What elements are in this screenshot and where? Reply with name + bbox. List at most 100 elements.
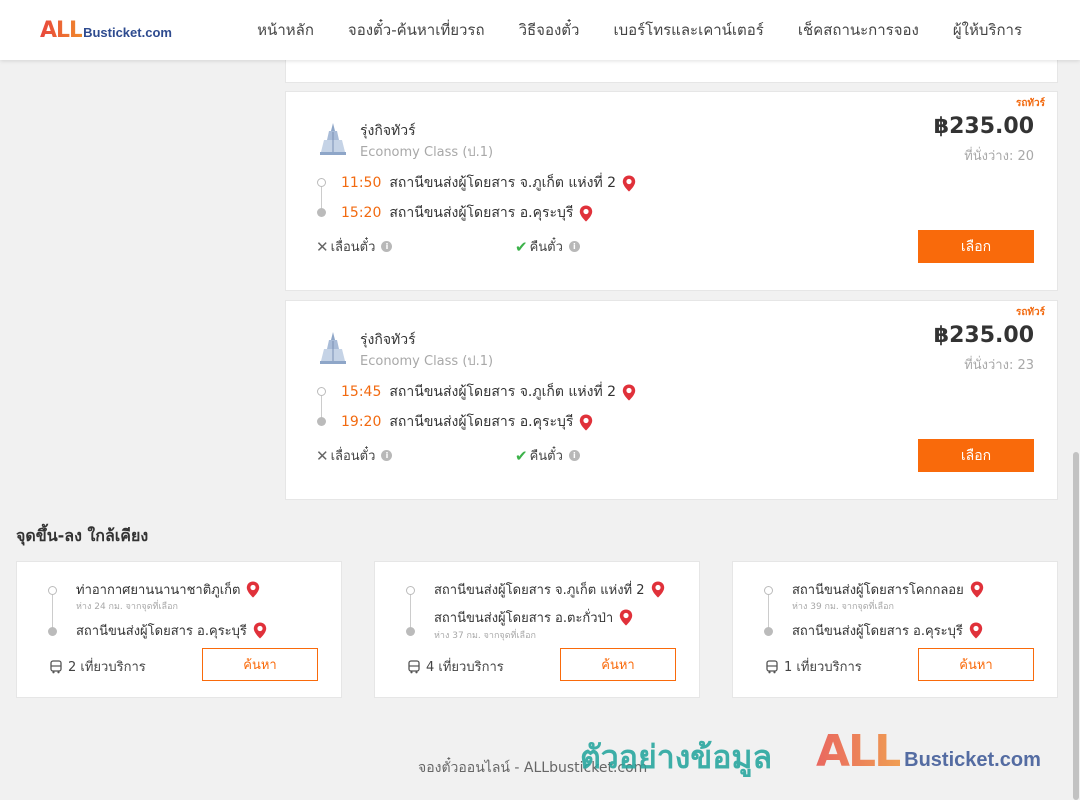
origin-dot: [406, 586, 415, 595]
nearby-destination: สถานีขนส่งผู้โดยสาร อ.คุระบุรี: [76, 620, 267, 641]
map-pin-icon[interactable]: [622, 384, 636, 401]
route-line: [410, 594, 411, 630]
trip-count-label: 1 เที่ยวบริการ: [784, 660, 862, 675]
destination-name: สถานีขนส่งผู้โดยสาร อ.คุระบุรี: [76, 624, 247, 639]
origin-name: ท่าอากาศยานนานาชาติภูเก็ต: [76, 583, 241, 598]
departure-station: สถานีขนส่งผู้โดยสาร จ.ภูเก็ต แห่งที่ 2: [389, 175, 617, 191]
refund-label: คืนตั๋ว: [529, 240, 563, 255]
nav-check-booking[interactable]: เช็คสถานะการจอง: [798, 18, 919, 42]
trip-card: รถทัวร์ รุ่งกิจทัวร์ Economy Class (ป.1)…: [285, 300, 1058, 500]
map-pin-icon[interactable]: [253, 622, 267, 639]
refund-label: คืนตั๋ว: [529, 449, 563, 464]
select-trip-button[interactable]: เลือก: [918, 230, 1034, 263]
map-pin-icon[interactable]: [970, 581, 984, 598]
trip-count: 2 เที่ยวบริการ: [49, 656, 146, 677]
nearby-route-card: สถานีขนส่งผู้โดยสาร จ.ภูเก็ต แห่งที่ 2 ส…: [374, 561, 700, 698]
arrival-time: 19:20: [341, 414, 382, 430]
nav-home[interactable]: หน้าหลัก: [257, 18, 314, 42]
map-pin-icon[interactable]: [619, 609, 633, 626]
origin-dot: [48, 586, 57, 595]
map-pin-icon[interactable]: [622, 175, 636, 192]
nearby-destination: สถานีขนส่งผู้โดยสาร อ.คุระบุรี: [792, 620, 983, 641]
nearby-destination: สถานีขนส่งผู้โดยสาร อ.ตะกั่วป่า: [434, 607, 633, 628]
info-icon[interactable]: i: [568, 450, 580, 461]
bus-class: Economy Class (ป.1): [360, 354, 494, 369]
route-line: [768, 594, 769, 630]
bus-icon: [766, 659, 778, 673]
arrival-stop: 19:20 สถานีขนส่งผู้โดยสาร อ.คุระบุรี: [341, 411, 593, 433]
departure-stop: 11:50 สถานีขนส่งผู้โดยสาร จ.ภูเก็ต แห่งท…: [341, 172, 636, 194]
trip-count: 4 เที่ยวบริการ: [407, 656, 504, 677]
nav-book-search[interactable]: จองตั๋ว-ค้นหาเที่ยวรถ: [348, 18, 485, 42]
search-route-button[interactable]: ค้นหา: [202, 648, 318, 681]
main-nav: หน้าหลัก จองตั๋ว-ค้นหาเที่ยวรถ วิธีจองตั…: [257, 0, 1022, 60]
bus-type-badge: รถทัวร์: [1015, 307, 1045, 318]
cross-icon: ✕: [316, 237, 329, 256]
origin-dot: [764, 586, 773, 595]
reschedule-label: เลื่อนตั๋ว: [330, 240, 376, 255]
check-icon: ✔: [515, 446, 528, 465]
arrival-dot: [317, 208, 326, 217]
logo-all-text: ALL: [40, 18, 83, 43]
map-pin-icon[interactable]: [579, 205, 593, 222]
trip-count-label: 4 เที่ยวบริการ: [426, 660, 504, 675]
seats-available: ที่นั่งว่าง: 23: [964, 358, 1034, 373]
info-icon[interactable]: i: [381, 450, 393, 461]
nav-how-to-book[interactable]: วิธีจองตั๋ว: [519, 18, 580, 42]
cross-icon: ✕: [316, 446, 329, 465]
departure-stop: 15:45 สถานีขนส่งผู้โดยสาร จ.ภูเก็ต แห่งท…: [341, 381, 636, 403]
arrival-dot: [317, 417, 326, 426]
arrival-stop: 15:20 สถานีขนส่งผู้โดยสาร อ.คุระบุรี: [341, 202, 593, 224]
origin-distance: ห่าง 39 กม. จากจุดที่เลือก: [792, 602, 894, 612]
trip-count: 1 เที่ยวบริการ: [765, 656, 862, 677]
watermark-logo-rest: Busticket.com: [904, 749, 1041, 771]
refund-feature: ✔ คืนตั๋ว i: [515, 236, 580, 257]
trip-count-label: 2 เที่ยวบริการ: [68, 660, 146, 675]
logo-busticket-text: Busticket.com: [83, 25, 172, 40]
top-header: ALL Busticket.com หน้าหลัก จองตั๋ว-ค้นหา…: [0, 0, 1080, 60]
scrollbar-thumb[interactable]: [1073, 452, 1079, 800]
map-pin-icon[interactable]: [246, 581, 260, 598]
arrival-station: สถานีขนส่งผู้โดยสาร อ.คุระบุรี: [389, 205, 574, 221]
origin-name: สถานีขนส่งผู้โดยสารโคกกลอย: [792, 583, 964, 598]
map-pin-icon[interactable]: [651, 581, 665, 598]
info-icon[interactable]: i: [568, 241, 580, 252]
ticket-price: ฿235.00: [933, 323, 1034, 348]
departure-station: สถานีขนส่งผู้โดยสาร จ.ภูเก็ต แห่งที่ 2: [389, 384, 617, 400]
reschedule-feature: ✕ เลื่อนตั๋ว i: [316, 445, 393, 466]
refund-feature: ✔ คืนตั๋ว i: [515, 445, 580, 466]
nearby-route-card: สถานีขนส่งผู้โดยสารโคกกลอย ห่าง 39 กม. จ…: [732, 561, 1058, 698]
reschedule-feature: ✕ เลื่อนตั๋ว i: [316, 236, 393, 257]
search-route-button[interactable]: ค้นหา: [560, 648, 676, 681]
nearby-section-title: จุดขึ้น-ลง ใกล้เคียง: [16, 526, 149, 545]
bus-class: Economy Class (ป.1): [360, 145, 494, 160]
nearby-origin: สถานีขนส่งผู้โดยสาร จ.ภูเก็ต แห่งที่ 2: [434, 579, 665, 600]
route-line: [52, 594, 53, 630]
operator-name: รุ่งกิจทัวร์: [360, 332, 416, 348]
watermark-sample-text: ตัวอย่างข้อมูล: [580, 738, 773, 776]
origin-name: สถานีขนส่งผู้โดยสาร จ.ภูเก็ต แห่งที่ 2: [434, 583, 645, 598]
trip-card: รถทัวร์ รุ่งกิจทัวร์ Economy Class (ป.1)…: [285, 91, 1058, 291]
destination-distance: ห่าง 37 กม. จากจุดที่เลือก: [434, 631, 536, 641]
destination-dot: [764, 627, 773, 636]
operator-logo-icon: [320, 332, 346, 364]
map-pin-icon[interactable]: [579, 414, 593, 431]
select-trip-button[interactable]: เลือก: [918, 439, 1034, 472]
site-logo[interactable]: ALL Busticket.com: [40, 18, 172, 43]
map-pin-icon[interactable]: [969, 622, 983, 639]
operator-logo-icon: [320, 123, 346, 155]
bus-type-badge: รถทัวร์: [1015, 98, 1045, 109]
nav-phone-counters[interactable]: เบอร์โทรและเคาน์เตอร์: [613, 18, 763, 42]
watermark-logo: ALL Busticket.com: [816, 726, 1041, 777]
search-route-button[interactable]: ค้นหา: [918, 648, 1034, 681]
destination-dot: [406, 627, 415, 636]
departure-time: 11:50: [341, 175, 382, 191]
page-scrollbar[interactable]: [1072, 60, 1080, 800]
nav-operators[interactable]: ผู้ให้บริการ: [953, 18, 1022, 42]
destination-dot: [48, 627, 57, 636]
origin-distance: ห่าง 24 กม. จากจุดที่เลือก: [76, 602, 178, 612]
info-icon[interactable]: i: [381, 241, 393, 252]
check-icon: ✔: [515, 237, 528, 256]
destination-name: สถานีขนส่งผู้โดยสาร อ.คุระบุรี: [792, 624, 963, 639]
bus-icon: [50, 659, 62, 673]
